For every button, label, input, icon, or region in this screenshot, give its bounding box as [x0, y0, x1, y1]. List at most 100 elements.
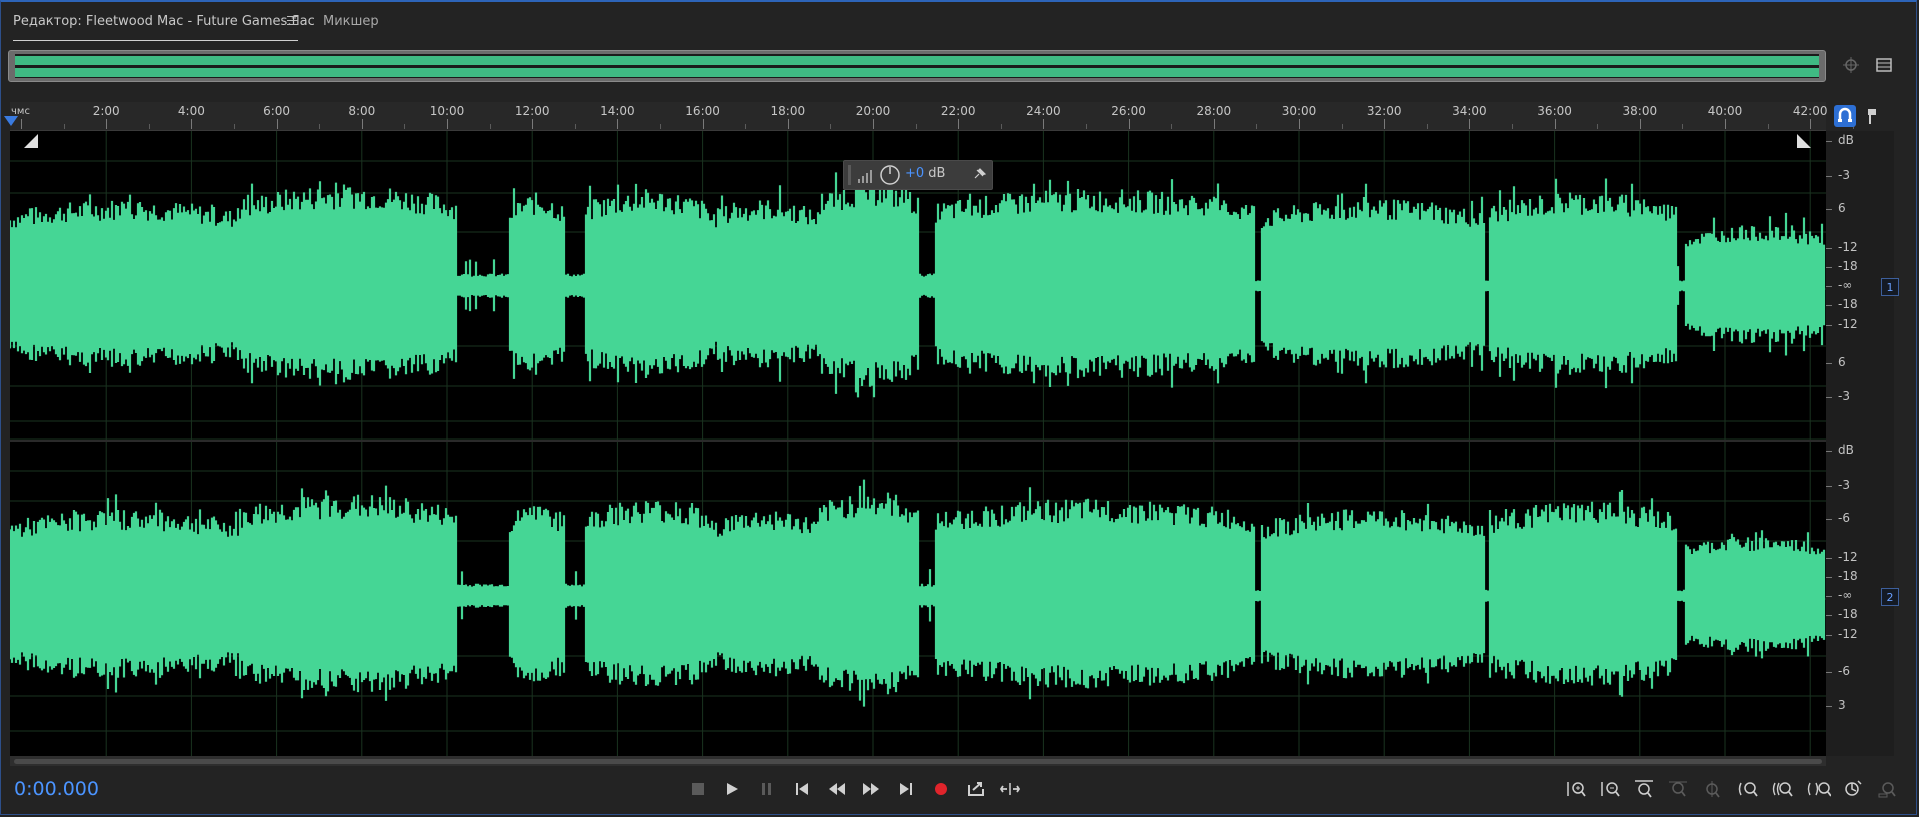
playhead-marker[interactable]	[4, 116, 18, 126]
channel-2-waveform	[10, 479, 1826, 707]
ruler-tick	[532, 119, 534, 129]
ruler-label: 14:00	[600, 104, 635, 118]
zoom-in-left-icon[interactable]	[1769, 778, 1795, 800]
play-icon[interactable]	[720, 778, 744, 800]
stop-icon[interactable]	[686, 778, 710, 800]
ruler-tick	[1128, 119, 1130, 129]
zoom-tracks-icon[interactable]	[1875, 778, 1901, 800]
scale-tick	[1826, 486, 1832, 487]
scale-label: dB	[1838, 443, 1854, 457]
scale-tick	[1826, 558, 1832, 559]
ruler-tick	[1512, 124, 1513, 129]
loop-playback-icon[interactable]	[964, 778, 988, 800]
current-time-display[interactable]: 0:00.000	[14, 778, 99, 800]
scale-tick	[1826, 672, 1832, 673]
scale-tick	[1826, 286, 1832, 287]
ruler-tick	[787, 119, 789, 129]
record-icon[interactable]	[929, 778, 953, 800]
ruler-label: 34:00	[1452, 104, 1487, 118]
scale-tick	[1826, 577, 1832, 578]
scale-label: -6	[1838, 664, 1850, 678]
ruler-tick	[489, 124, 491, 129]
scale-tick	[1826, 363, 1832, 364]
scale-tick	[1826, 706, 1832, 707]
channel-1-badge[interactable]: 1	[1881, 278, 1899, 296]
waveform-editor[interactable]	[10, 131, 1826, 756]
scale-label: -12	[1838, 317, 1858, 331]
scale-label: -18	[1838, 607, 1858, 621]
amplitude-scale[interactable]	[1826, 131, 1894, 756]
scale-label: -6	[1838, 511, 1850, 525]
ruler-tick	[915, 124, 917, 129]
channel-1-waveform	[10, 168, 1826, 398]
ruler-tick	[1299, 119, 1300, 129]
go-to-start-icon[interactable]	[790, 778, 814, 800]
ruler-tick	[404, 124, 406, 129]
panel-menu-icon[interactable]	[287, 16, 298, 26]
pin-icon	[974, 168, 987, 179]
ruler-tick	[1725, 119, 1726, 129]
tab-mixer[interactable]: Микшер	[323, 14, 379, 29]
overview-waveform	[15, 54, 1819, 78]
tab-active-underline	[13, 40, 298, 41]
ruler-tick	[106, 119, 108, 129]
ruler-label: 32:00	[1366, 104, 1402, 118]
ruler-tick	[1469, 119, 1471, 129]
ruler-tick	[574, 124, 576, 129]
ruler-label: 26:00	[1111, 104, 1146, 118]
ruler-label: 42:00	[1792, 104, 1828, 118]
ruler-tick	[617, 119, 619, 129]
tab-editor[interactable]: Редактор: Fleetwood Mac - Future Games.f…	[13, 14, 315, 29]
ruler-tick	[830, 124, 832, 129]
horizontal-scrollbar-thumb[interactable]	[14, 759, 1822, 764]
snap-toggle-button[interactable]	[1834, 105, 1856, 127]
zoom-selection-icon[interactable]	[1840, 778, 1866, 800]
gain-value[interactable]: +0 dB	[905, 166, 945, 181]
zoom-in-time-icon[interactable]	[1665, 778, 1691, 800]
level-meter-icon	[858, 170, 872, 183]
spectral-view-icon[interactable]	[1875, 56, 1893, 74]
ruler-tick	[1256, 124, 1258, 129]
ruler-tick	[1086, 124, 1087, 129]
marker-pin-icon[interactable]	[1861, 105, 1883, 127]
ruler-tick	[191, 119, 193, 129]
ruler-tick	[447, 119, 448, 129]
scale-tick	[1826, 305, 1832, 306]
fast-forward-icon[interactable]	[859, 778, 883, 800]
ruler-tick	[63, 124, 65, 129]
ruler-label: 16:00	[685, 104, 720, 118]
waveform-overview-navigator[interactable]	[8, 50, 1826, 82]
ruler-tick	[319, 124, 321, 129]
rewind-icon[interactable]	[825, 778, 849, 800]
ruler-label: 36:00	[1537, 104, 1572, 118]
scale-tick	[1826, 209, 1832, 210]
scale-label: -18	[1838, 297, 1858, 311]
zoom-out-amplitude-icon[interactable]	[1597, 778, 1623, 800]
ruler-label: 18:00	[770, 104, 806, 118]
zoom-crosshair-icon[interactable]	[1842, 56, 1860, 74]
scale-label: -18	[1838, 569, 1858, 583]
scale-tick	[1826, 267, 1832, 268]
channel-2-badge[interactable]: 2	[1881, 588, 1899, 606]
zoom-out-time-icon[interactable]	[1699, 778, 1725, 800]
scale-label: -12	[1838, 627, 1858, 641]
pause-icon[interactable]	[755, 778, 779, 800]
scale-label: -12	[1838, 550, 1858, 564]
zoom-to-selection-icon[interactable]	[1805, 778, 1831, 800]
go-to-end-icon[interactable]	[894, 778, 918, 800]
waveform-canvas	[10, 131, 1826, 756]
zoom-reset-amplitude-icon[interactable]	[1631, 778, 1657, 800]
ruler-tick	[1043, 119, 1045, 129]
panel-tabbar: Редактор: Fleetwood Mac - Future Games.f…	[0, 6, 1919, 41]
ruler-tick	[1384, 119, 1386, 129]
ruler-tick	[1810, 119, 1812, 129]
ruler-label: 6:00	[263, 104, 291, 118]
zoom-in-amplitude-icon[interactable]	[1563, 778, 1589, 800]
ruler-tick	[1000, 124, 1002, 129]
scale-tick	[1826, 176, 1832, 177]
scale-label: -18	[1838, 259, 1858, 273]
ruler-tick	[1682, 124, 1684, 129]
ruler-tick	[148, 124, 150, 129]
zoom-out-full-icon[interactable]	[1735, 778, 1761, 800]
skip-selection-icon[interactable]	[998, 778, 1022, 800]
